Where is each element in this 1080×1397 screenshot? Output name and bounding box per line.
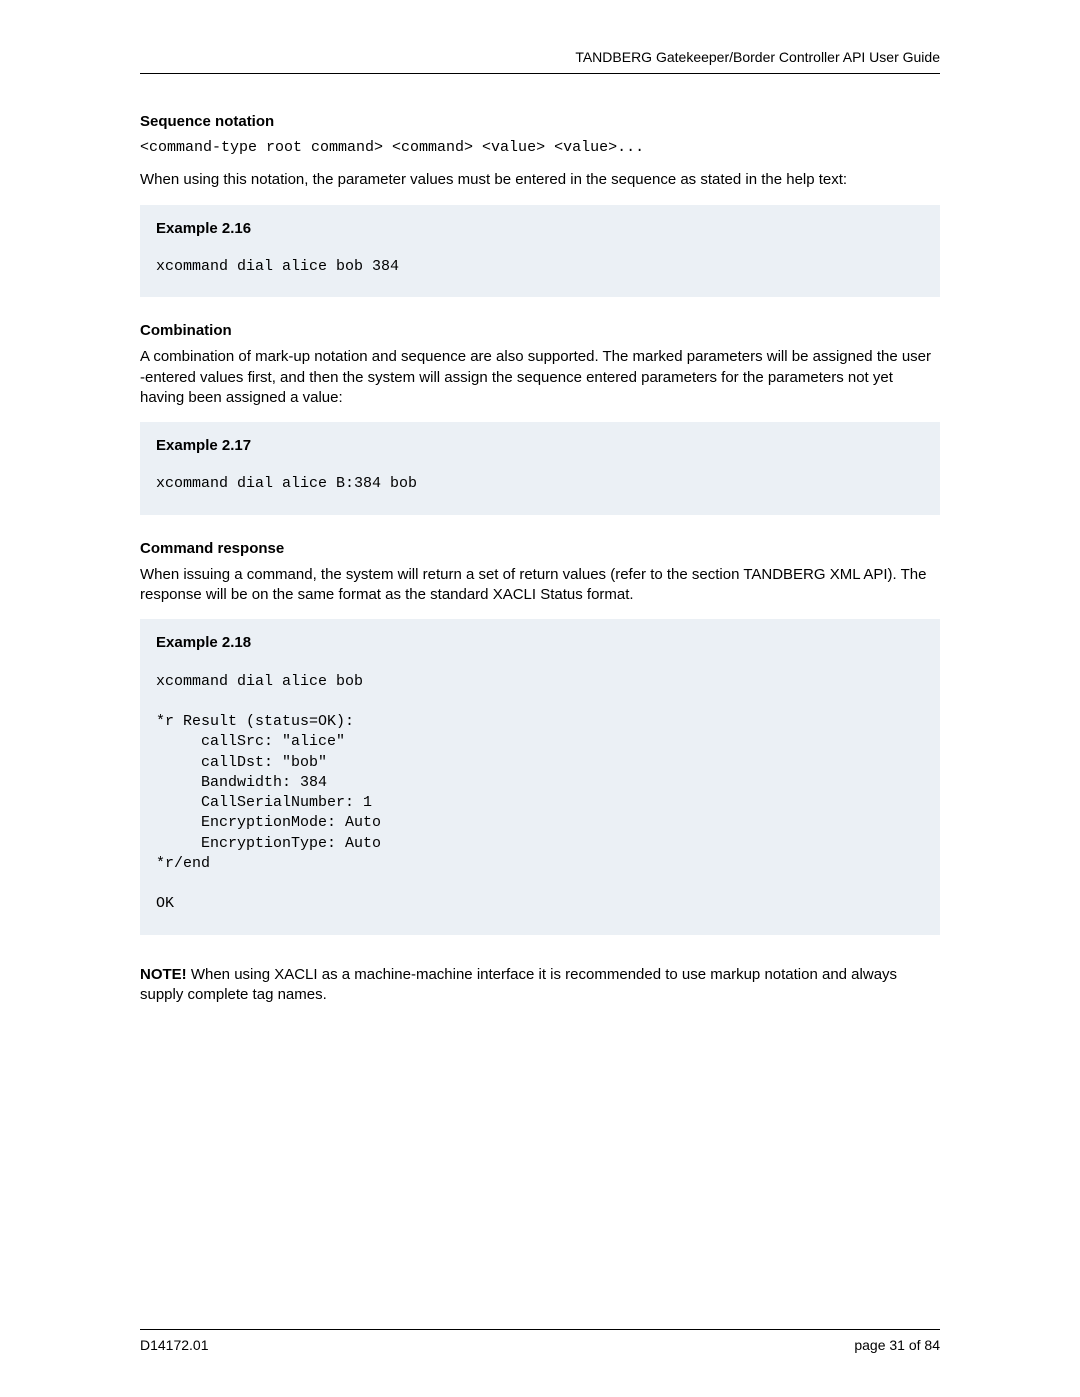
sequence-notation-code: <command-type root command> <command> <v…: [140, 138, 940, 158]
command-response-body: When issuing a command, the system will …: [140, 565, 940, 606]
section-title-sequence-notation: Sequence notation: [140, 112, 940, 132]
page-footer: D14172.01 page 31 of 84: [140, 1329, 940, 1355]
example-216-code: xcommand dial alice bob 384: [156, 257, 924, 277]
example-216-title: Example 2.16: [156, 219, 924, 239]
note-text: When using XACLI as a machine-machine in…: [140, 966, 897, 1003]
sequence-notation-body: When using this notation, the parameter …: [140, 170, 940, 190]
section-title-combination: Combination: [140, 321, 940, 341]
note-box: NOTE! When using XACLI as a machine-mach…: [140, 959, 940, 1012]
page-header: TANDBERG Gatekeeper/Border Controller AP…: [140, 48, 940, 74]
page: TANDBERG Gatekeeper/Border Controller AP…: [0, 0, 1080, 1397]
example-217-title: Example 2.17: [156, 436, 924, 456]
example-218-code: xcommand dial alice bob *r Result (statu…: [156, 672, 924, 915]
example-217-box: Example 2.17 xcommand dial alice B:384 b…: [140, 422, 940, 515]
footer-doc-id: D14172.01: [140, 1336, 209, 1355]
example-217-code: xcommand dial alice B:384 bob: [156, 474, 924, 494]
note-label: NOTE!: [140, 966, 187, 983]
combination-body: A combination of mark-up notation and se…: [140, 347, 940, 408]
footer-page-number: page 31 of 84: [854, 1336, 940, 1355]
example-218-box: Example 2.18 xcommand dial alice bob *r …: [140, 619, 940, 934]
header-title: TANDBERG Gatekeeper/Border Controller AP…: [575, 49, 940, 65]
example-216-box: Example 2.16 xcommand dial alice bob 384: [140, 205, 940, 298]
section-title-command-response: Command response: [140, 539, 940, 559]
example-218-title: Example 2.18: [156, 633, 924, 653]
